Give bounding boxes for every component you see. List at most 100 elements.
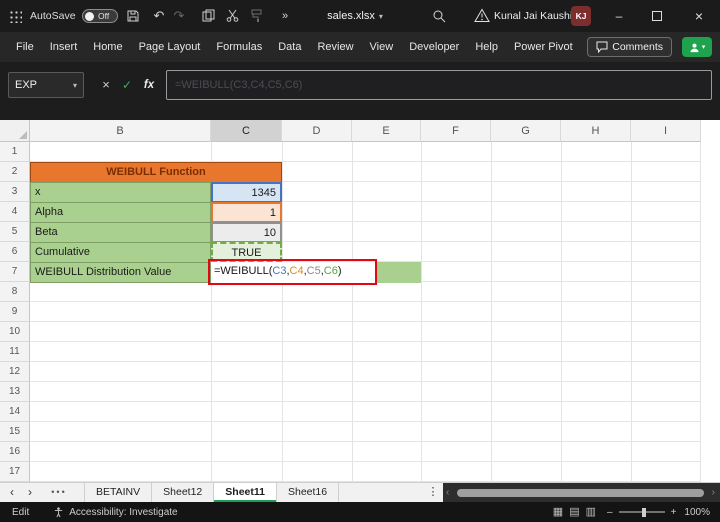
- cell-B7-label[interactable]: WEIBULL Distribution Value: [30, 262, 211, 283]
- row-header-13[interactable]: 13: [0, 382, 30, 402]
- app-launcher-icon[interactable]: [9, 10, 22, 23]
- cell-C3-value[interactable]: 1345: [211, 182, 282, 203]
- formula-input[interactable]: =WEIBULL(C3,C4,C5,C6): [166, 70, 712, 100]
- accessibility-status[interactable]: Accessibility: Investigate: [69, 507, 177, 518]
- prev-sheet-arrow[interactable]: ‹: [4, 483, 20, 502]
- page-layout-view-icon[interactable]: ▤: [569, 502, 579, 522]
- column-header-E[interactable]: E: [352, 120, 421, 142]
- user-name[interactable]: Kunal Jai Kaushik: [494, 0, 577, 32]
- comment-icon: [596, 41, 608, 53]
- ribbon-tab-help[interactable]: Help: [467, 32, 506, 62]
- row-header-3[interactable]: 3: [0, 182, 30, 202]
- row-header-17[interactable]: 17: [0, 462, 30, 482]
- ribbon-tab-file[interactable]: File: [8, 32, 42, 62]
- cut-icon[interactable]: [226, 9, 240, 23]
- undo-icon[interactable]: ↶: [150, 0, 168, 32]
- row-header-1[interactable]: 1: [0, 142, 30, 162]
- document-title[interactable]: sales.xlsx ▾: [305, 0, 405, 32]
- next-sheet-arrow[interactable]: ›: [22, 483, 38, 502]
- insert-function-button[interactable]: fx: [139, 72, 159, 98]
- cell-B4-label[interactable]: Alpha: [30, 202, 211, 223]
- row-header-11[interactable]: 11: [0, 342, 30, 362]
- zoom-level[interactable]: 100%: [684, 507, 710, 518]
- share-person-icon: [689, 42, 700, 53]
- ribbon-tab-review[interactable]: Review: [309, 32, 361, 62]
- row-header-8[interactable]: 8: [0, 282, 30, 302]
- normal-view-icon[interactable]: ▦: [553, 502, 563, 522]
- ribbon-tab-home[interactable]: Home: [85, 32, 130, 62]
- column-header-F[interactable]: F: [421, 120, 491, 142]
- row-header-12[interactable]: 12: [0, 362, 30, 382]
- row-header-5[interactable]: 5: [0, 222, 30, 242]
- cancel-button[interactable]: ×: [96, 72, 116, 98]
- column-header-I[interactable]: I: [631, 120, 701, 142]
- row-header-10[interactable]: 10: [0, 322, 30, 342]
- search-icon[interactable]: [432, 9, 446, 23]
- cell-E7-highlight[interactable]: [377, 262, 421, 283]
- name-box[interactable]: EXP ▾: [8, 72, 84, 98]
- format-painter-icon[interactable]: [250, 9, 264, 23]
- mode-indicator: Edit: [12, 506, 30, 518]
- sheet-more-icon[interactable]: ⋮: [424, 483, 442, 502]
- warning-icon[interactable]: [474, 8, 490, 22]
- cell-C4-value[interactable]: 1: [211, 202, 282, 223]
- cell-B5-label[interactable]: Beta: [30, 222, 211, 243]
- more-commands-icon[interactable]: »: [276, 0, 294, 32]
- gridline-vertical: [282, 142, 283, 482]
- ribbon-tab-power-pivot[interactable]: Power Pivot: [506, 32, 581, 62]
- redo-icon[interactable]: ↷: [170, 0, 188, 32]
- avatar[interactable]: KJ: [571, 6, 591, 26]
- ribbon-tab-data[interactable]: Data: [270, 32, 309, 62]
- row-header-4[interactable]: 4: [0, 202, 30, 222]
- document-name: sales.xlsx: [327, 10, 375, 22]
- autosave-toggle[interactable]: Off: [82, 9, 118, 23]
- ribbon-tab-formulas[interactable]: Formulas: [208, 32, 270, 62]
- row-header-6[interactable]: 6: [0, 242, 30, 262]
- select-all-corner[interactable]: [0, 120, 30, 142]
- toggle-knob: [85, 11, 94, 21]
- cell-C5-value[interactable]: 10: [211, 222, 282, 243]
- row-header-14[interactable]: 14: [0, 402, 30, 422]
- column-header-H[interactable]: H: [561, 120, 631, 142]
- chevron-down-icon: ▾: [72, 80, 77, 90]
- column-header-G[interactable]: G: [491, 120, 561, 142]
- column-header-C[interactable]: C: [211, 120, 282, 142]
- accessibility-icon: [53, 506, 64, 518]
- zoom-out-button[interactable]: –: [607, 507, 613, 518]
- page-break-view-icon[interactable]: ▥: [586, 502, 596, 522]
- column-header-D[interactable]: D: [282, 120, 352, 142]
- cell-B3-label[interactable]: x: [30, 182, 211, 203]
- row-header-16[interactable]: 16: [0, 442, 30, 462]
- horizontal-scrollbar-thumb[interactable]: [457, 489, 704, 497]
- zoom-slider[interactable]: [618, 507, 665, 517]
- sheet-overflow-dots[interactable]: •••: [44, 483, 74, 502]
- row-header-7[interactable]: 7: [0, 262, 30, 282]
- scroll-left-arrow[interactable]: ‹: [446, 483, 449, 503]
- scroll-right-arrow[interactable]: ›: [712, 483, 715, 503]
- row-header-9[interactable]: 9: [0, 302, 30, 322]
- share-button[interactable]: ▾: [682, 37, 712, 57]
- cell-B6-label[interactable]: Cumulative: [30, 242, 211, 263]
- copy-icon[interactable]: [202, 9, 216, 23]
- sheet-tab-betainv[interactable]: BETAINV: [84, 483, 153, 502]
- enter-button[interactable]: ✓: [117, 72, 137, 98]
- zoom-in-button[interactable]: +: [671, 507, 677, 518]
- comments-button[interactable]: Comments: [587, 37, 672, 57]
- sheet-tab-sheet11-active[interactable]: Sheet11: [214, 483, 277, 502]
- maximize-button[interactable]: [640, 0, 674, 32]
- minimize-button[interactable]: –: [602, 0, 636, 32]
- ribbon-tab-developer[interactable]: Developer: [401, 32, 467, 62]
- save-icon[interactable]: [126, 9, 140, 23]
- ribbon-tab-view[interactable]: View: [362, 32, 402, 62]
- cell-B2-title[interactable]: WEIBULL Function: [30, 162, 282, 183]
- column-header-B[interactable]: B: [30, 120, 211, 142]
- close-button[interactable]: ×: [678, 0, 720, 32]
- row-header-2[interactable]: 2: [0, 162, 30, 182]
- zoom-slider-thumb[interactable]: [641, 507, 646, 517]
- sheet-tab-sheet12[interactable]: Sheet12: [152, 483, 215, 502]
- sheet-tab-sheet16[interactable]: Sheet16: [277, 483, 340, 502]
- horizontal-scrollbar[interactable]: ‹ ›: [443, 483, 720, 502]
- ribbon-tab-page-layout[interactable]: Page Layout: [131, 32, 209, 62]
- ribbon-tab-insert[interactable]: Insert: [42, 32, 86, 62]
- row-header-15[interactable]: 15: [0, 422, 30, 442]
